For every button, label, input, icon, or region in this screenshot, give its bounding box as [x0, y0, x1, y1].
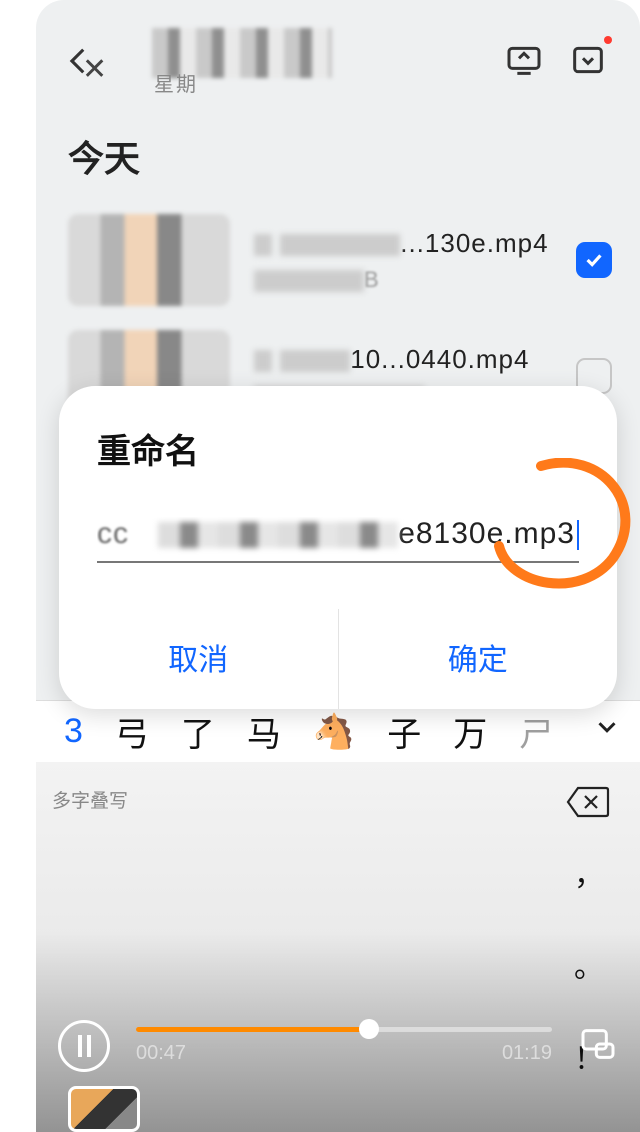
- header: ✕ 星期: [36, 0, 640, 100]
- ime-candidate[interactable]: ㄕ: [503, 707, 569, 756]
- ime-candidate[interactable]: 了: [165, 707, 231, 756]
- ime-candidate[interactable]: 弓: [99, 707, 165, 756]
- section-title-today: 今天: [36, 100, 640, 202]
- expand-candidates-icon[interactable]: [580, 712, 634, 751]
- file-name: 10...0440.mp4: [254, 344, 552, 375]
- video-controls: 00:47 01:19: [58, 1020, 618, 1072]
- checkbox-checked[interactable]: [576, 242, 612, 278]
- progress-bar[interactable]: 00:47 01:19: [136, 1027, 552, 1065]
- download-list-icon[interactable]: [568, 40, 608, 85]
- file-name-suffix: 10...0440.mp4: [350, 344, 529, 374]
- time-current: 00:47: [136, 1042, 186, 1065]
- backspace-key[interactable]: [566, 784, 610, 825]
- file-name: ...130e.mp4: [254, 228, 552, 259]
- progress-fill: [136, 1027, 369, 1032]
- file-meta: ...130e.mp4 B: [254, 228, 552, 293]
- rename-dialog: 重命名 cc e8130e.mp3 取消 确定: [59, 386, 617, 709]
- video-thumbnail: [68, 214, 230, 306]
- input-blurred-part: [158, 522, 398, 548]
- notification-dot: [604, 36, 612, 44]
- file-row[interactable]: ...130e.mp4 B: [36, 202, 640, 318]
- weekday-label: 星期: [154, 68, 198, 97]
- app-screen: ✕ 星期 今天 ...130e.mp4 B: [36, 0, 640, 1132]
- dialog-title: 重命名: [59, 416, 617, 503]
- ime-candidate[interactable]: 🐴: [297, 712, 371, 752]
- confirm-button[interactable]: 确定: [338, 609, 618, 709]
- text-caret: [577, 520, 579, 550]
- file-subtitle: B: [254, 267, 552, 293]
- pip-icon[interactable]: [578, 1024, 618, 1069]
- ime-candidate[interactable]: 马: [231, 707, 297, 756]
- close-icon[interactable]: ✕: [82, 52, 107, 87]
- ime-candidate[interactable]: 万: [437, 707, 503, 756]
- cast-icon[interactable]: [504, 40, 544, 85]
- cancel-button[interactable]: 取消: [59, 609, 338, 709]
- mini-thumbnail[interactable]: [68, 1086, 140, 1132]
- dialog-buttons: 取消 确定: [59, 609, 617, 709]
- ime-mode-hint: 多字叠写: [52, 786, 128, 813]
- pause-button[interactable]: [58, 1020, 110, 1072]
- rename-input[interactable]: cc e8130e.mp3: [97, 517, 579, 563]
- comma-key[interactable]: ，: [574, 850, 604, 894]
- ime-candidate[interactable]: 子: [371, 707, 437, 756]
- file-name-suffix: ...130e.mp4: [400, 228, 548, 258]
- ime-candidate-bar: 3 弓 了 马 🐴 子 万 ㄕ: [36, 700, 640, 762]
- ime-candidate[interactable]: 3: [48, 712, 99, 751]
- time-total: 01:19: [502, 1042, 552, 1065]
- progress-knob[interactable]: [359, 1019, 379, 1039]
